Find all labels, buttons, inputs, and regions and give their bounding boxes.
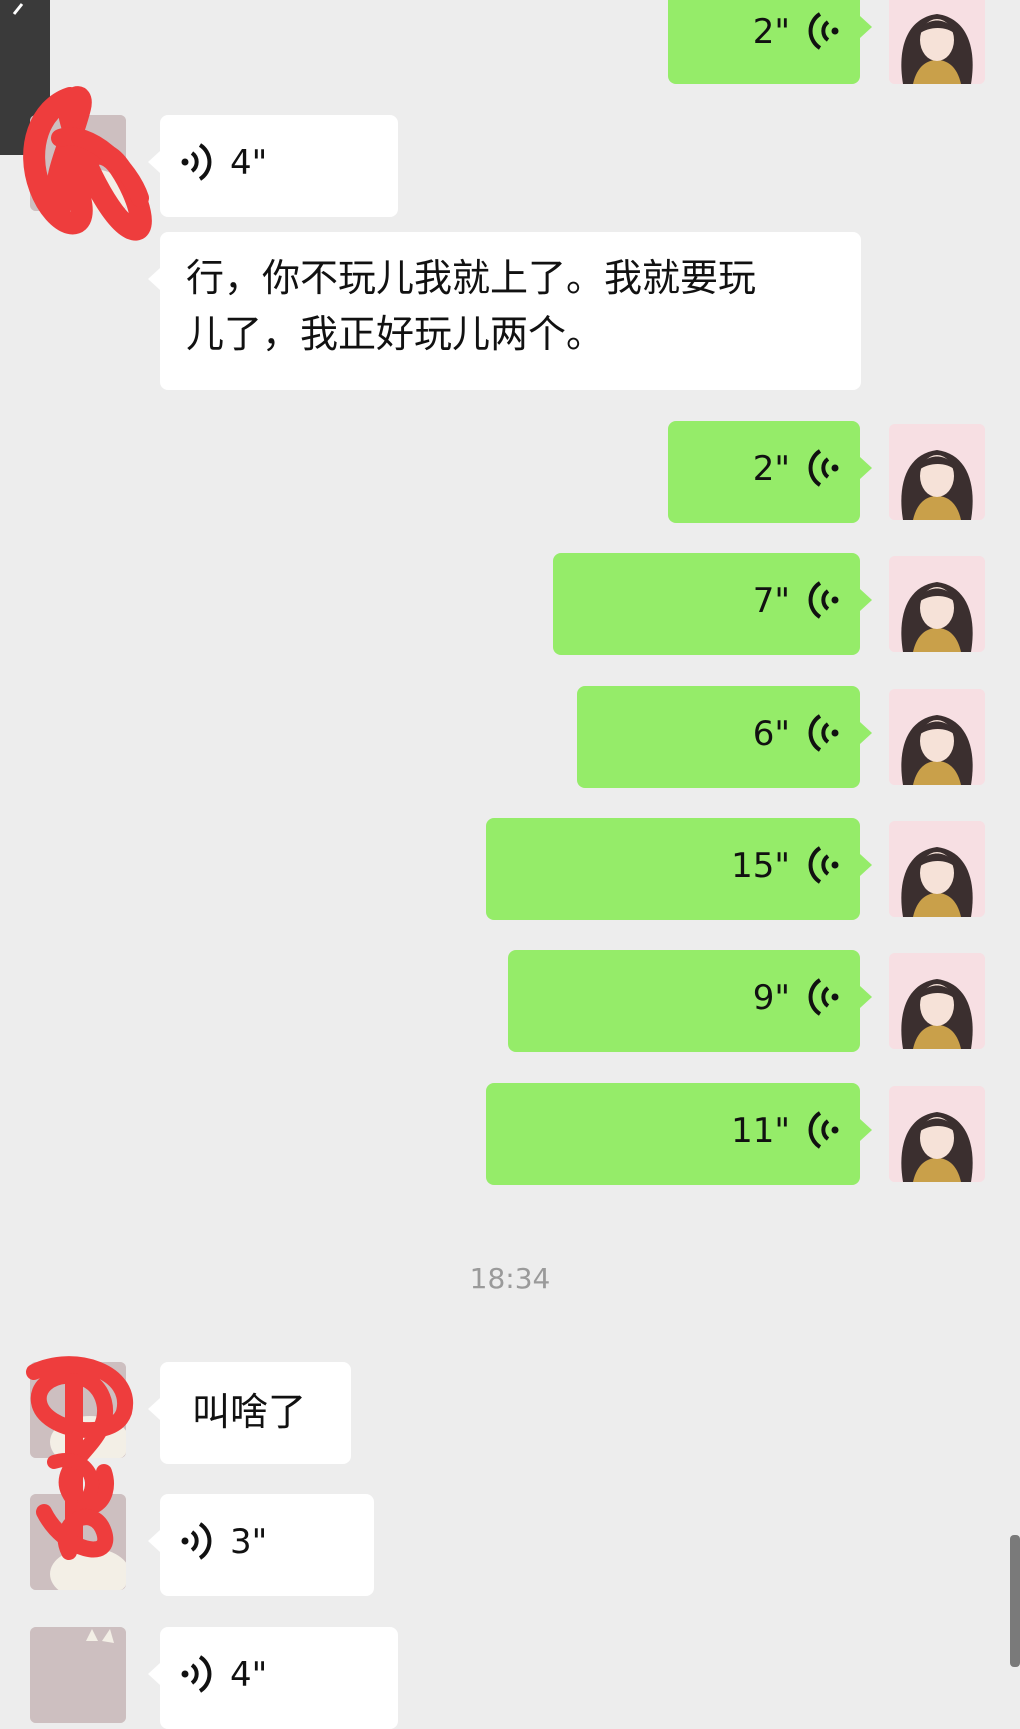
girl-avatar-icon (889, 424, 985, 520)
voice-message-sent[interactable]: 2" (668, 421, 872, 523)
girl-avatar-icon (889, 556, 985, 652)
text-message-received[interactable]: 行，你不玩儿我就上了。我就要玩 儿了，我正好玩儿两个。 (148, 232, 861, 390)
girl-avatar-icon (889, 1086, 985, 1182)
voice-wave-icon (808, 581, 839, 619)
voice-wave-icon (808, 714, 839, 752)
girl-avatar-icon (889, 0, 985, 84)
voice-wave-icon (808, 1111, 839, 1149)
chevron-left-icon (12, 3, 24, 15)
avatar-self[interactable] (889, 953, 985, 1049)
voice-message-sent[interactable]: 2" (668, 0, 872, 84)
scrollbar[interactable] (1010, 1535, 1020, 1667)
avatar-self[interactable] (889, 0, 985, 84)
avatar-contact[interactable] (30, 1627, 126, 1723)
girl-avatar-icon (889, 953, 985, 1049)
voice-duration: 4" (230, 1655, 268, 1695)
avatar-self[interactable] (889, 1086, 985, 1182)
avatar-self[interactable] (889, 689, 985, 785)
voice-duration: 3" (230, 1522, 268, 1562)
voice-wave-icon (808, 449, 839, 487)
privacy-scribble (23, 86, 152, 241)
voice-message-received[interactable]: 4" (148, 115, 398, 217)
voice-duration: 4" (230, 143, 268, 183)
chat-timestamp: 18:34 (469, 1262, 551, 1295)
voice-message-sent[interactable]: 15" (486, 818, 872, 920)
voice-duration: 9" (752, 978, 790, 1018)
voice-duration: 7" (752, 581, 790, 621)
voice-message-sent[interactable]: 6" (577, 686, 872, 788)
text-message-received[interactable]: 叫啥了 (148, 1362, 351, 1464)
voice-message-sent[interactable]: 7" (553, 553, 872, 655)
voice-duration: 2" (752, 12, 790, 52)
voice-duration: 15" (731, 846, 790, 886)
voice-wave-icon (181, 1655, 212, 1693)
voice-wave-icon (808, 978, 839, 1016)
voice-wave-icon (808, 12, 839, 50)
voice-duration: 6" (752, 714, 790, 754)
voice-wave-icon (181, 143, 212, 181)
message-text: 行，你不玩儿我就上了。我就要玩 儿了，我正好玩儿两个。 (186, 256, 757, 356)
girl-avatar-icon (889, 689, 985, 785)
girl-avatar-icon (889, 821, 985, 917)
voice-message-received[interactable]: 4" (148, 1627, 398, 1729)
voice-duration: 2" (752, 449, 790, 489)
voice-message-received[interactable]: 3" (148, 1494, 374, 1596)
voice-wave-icon (181, 1522, 212, 1560)
voice-wave-icon (808, 846, 839, 884)
avatar-self[interactable] (889, 424, 985, 520)
voice-message-sent[interactable]: 9" (508, 950, 872, 1052)
privacy-scribble (26, 1356, 134, 1560)
message-text: 叫啥了 (192, 1390, 307, 1434)
voice-duration: 11" (731, 1111, 790, 1151)
voice-message-sent[interactable]: 11" (486, 1083, 872, 1185)
cat-avatar-icon (30, 1627, 126, 1723)
avatar-self[interactable] (889, 556, 985, 652)
avatar-self[interactable] (889, 821, 985, 917)
